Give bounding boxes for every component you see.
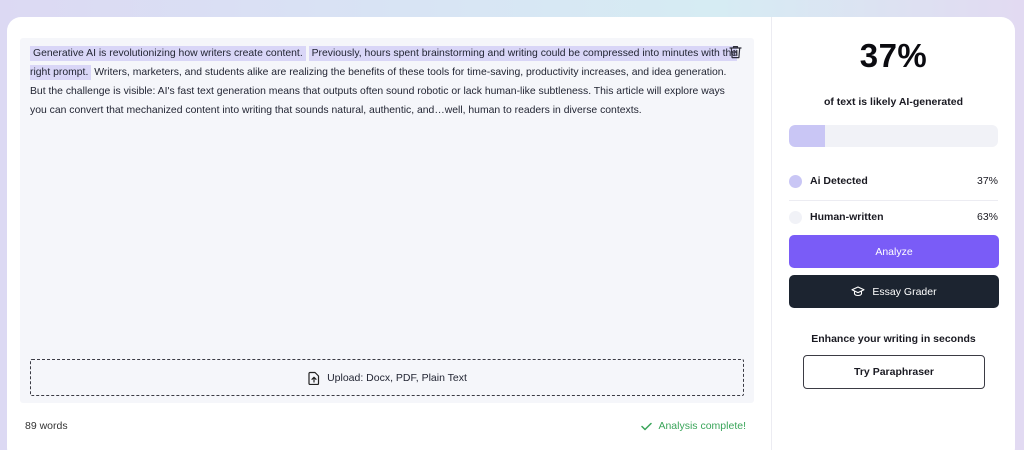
essay-grader-label: Essay Grader	[872, 285, 937, 298]
input-panel: Generative AI is revolutionizing how wri…	[7, 17, 771, 450]
human-dot-icon	[789, 210, 802, 224]
enhance-heading: Enhance your writing in seconds	[811, 333, 976, 345]
trash-icon	[728, 46, 742, 59]
upload-file-icon	[308, 371, 320, 385]
detector-card: Generative AI is revolutionizing how wri…	[7, 17, 1015, 450]
editor-text[interactable]: Generative AI is revolutionizing how wri…	[30, 44, 742, 120]
try-paraphraser-button[interactable]: Try Paraphraser	[803, 355, 985, 389]
human-written-value: 63%	[976, 211, 998, 223]
analysis-status: Analysis complete!	[641, 420, 746, 432]
clear-text-button[interactable]	[726, 43, 744, 61]
graduation-cap-icon	[851, 286, 865, 297]
upload-dropzone[interactable]: Upload: Docx, PDF, Plain Text	[30, 359, 744, 396]
analysis-status-text: Analysis complete!	[658, 420, 746, 432]
human-written-row: Human-written 63%	[789, 202, 998, 232]
essay-grader-button[interactable]: Essay Grader	[789, 275, 999, 308]
ai-progress-fill	[789, 125, 825, 147]
ai-percentage: 37%	[859, 37, 928, 74]
upload-label: Upload: Docx, PDF, Plain Text	[327, 371, 467, 384]
results-panel: 37% of text is likely AI-generated Ai De…	[772, 17, 1015, 450]
row-separator	[789, 200, 998, 201]
check-icon	[641, 422, 653, 430]
sentence: Writers, marketers, and students alike a…	[94, 67, 727, 78]
word-count: 89 words	[25, 420, 68, 432]
try-paraphraser-label: Try Paraphraser	[854, 366, 934, 378]
sentence: But the challenge is visible: AI's fast …	[30, 86, 725, 116]
analyze-button-label: Analyze	[875, 245, 913, 258]
analyze-button[interactable]: Analyze	[789, 235, 999, 268]
ai-detected-row: Ai Detected 37%	[789, 166, 998, 196]
highlighted-sentence: Generative AI is revolutionizing how wri…	[30, 46, 306, 61]
text-editor[interactable]: Generative AI is revolutionizing how wri…	[20, 38, 754, 403]
ai-detected-label: Ai Detected	[810, 175, 868, 187]
ai-detected-value: 37%	[976, 175, 998, 187]
ai-percentage-caption: of text is likely AI-generated	[823, 96, 964, 108]
ai-progress-bar	[789, 125, 998, 147]
human-written-label: Human-written	[810, 211, 884, 223]
ai-dot-icon	[789, 174, 802, 188]
